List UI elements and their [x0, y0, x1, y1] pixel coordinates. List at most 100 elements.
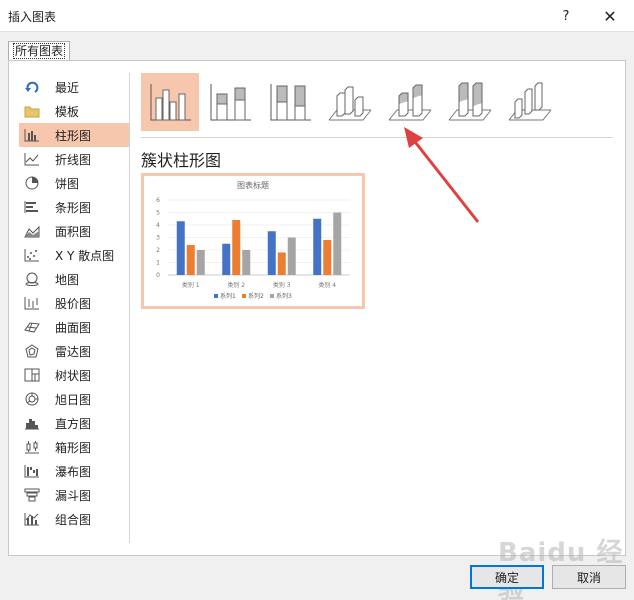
subtype-3d-stacked-column[interactable] — [381, 73, 439, 131]
y-tick-label: 0 — [156, 272, 160, 279]
subtype-3d-100-stacked-column[interactable] — [441, 73, 499, 131]
bar — [196, 250, 205, 275]
y-tick-label: 2 — [156, 247, 160, 254]
bar — [186, 245, 195, 275]
legend-label: 系列1 — [220, 292, 236, 300]
bar — [222, 243, 231, 275]
x-tick-label: 类别 4 — [318, 281, 336, 289]
subtype-3d-clustered-column[interactable] — [321, 73, 379, 131]
scatter-chart-icon — [23, 247, 41, 263]
sidebar-item-recent[interactable]: 最近 — [19, 75, 129, 99]
sidebar-item-label: 曲面图 — [55, 320, 92, 335]
chart-title: 图表标题 — [237, 180, 269, 190]
close-button[interactable]: ✕ — [590, 0, 630, 32]
sidebar-item-radar-chart[interactable]: 雷达图 — [19, 339, 129, 363]
sidebar-item-stock-chart[interactable]: 股价图 — [19, 291, 129, 315]
sidebar-item-label: 柱形图 — [55, 128, 92, 143]
sidebar-item-funnel-chart[interactable]: 漏斗图 — [19, 483, 129, 507]
sidebar-item-label: 雷达图 — [55, 344, 92, 359]
sidebar-item-combo-chart[interactable]: 组合图 — [19, 507, 129, 531]
subtype-3d-column[interactable] — [501, 73, 559, 131]
legend-swatch — [242, 294, 246, 298]
area-chart-icon — [23, 223, 41, 239]
sidebar-item-label: 直方图 — [55, 416, 92, 431]
sidebar-item-label: 旭日图 — [55, 392, 92, 407]
combo-chart-icon — [23, 511, 41, 527]
y-tick-label: 5 — [156, 210, 160, 217]
legend-swatch — [270, 294, 274, 298]
bar-chart-icon — [23, 199, 41, 215]
x-tick-label: 类别 1 — [182, 281, 200, 289]
sidebar-item-waterfall-chart[interactable]: 瀑布图 — [19, 459, 129, 483]
cancel-button[interactable]: 取消 — [552, 565, 626, 589]
sidebar-divider — [129, 73, 130, 543]
y-tick-label: 1 — [156, 260, 160, 267]
legend-swatch — [214, 294, 218, 298]
ok-button[interactable]: 确定 — [470, 565, 544, 589]
sidebar-item-label: X Y 散点图 — [55, 248, 115, 263]
subtype-clustered-column[interactable] — [141, 73, 199, 131]
box-whisker-chart-icon — [23, 439, 41, 455]
legend-label: 系列2 — [248, 292, 264, 300]
subtype-stacked-column[interactable] — [201, 73, 259, 131]
sidebar-item-label: 树状图 — [55, 368, 92, 383]
100-stacked-column-icon — [270, 84, 311, 121]
sidebar-item-label: 条形图 — [55, 200, 92, 215]
waterfall-chart-icon — [23, 463, 41, 479]
sidebar-item-label: 折线图 — [55, 152, 92, 167]
help-button[interactable]: ? — [546, 0, 586, 32]
sidebar-item-treemap-chart[interactable]: 树状图 — [19, 363, 129, 387]
folder-icon — [23, 103, 41, 119]
sidebar-item-box-whisker-chart[interactable]: 箱形图 — [19, 435, 129, 459]
bar — [323, 240, 332, 275]
sidebar-item-column-chart[interactable]: 柱形图 — [19, 123, 129, 147]
legend-label: 系列3 — [276, 292, 292, 300]
tab-all-charts[interactable]: 所有图表 — [8, 41, 71, 61]
chart-subtype-gallery — [141, 73, 561, 131]
subtype-100-stacked-column[interactable] — [261, 73, 319, 131]
treemap-chart-icon — [23, 367, 41, 383]
sidebar-item-label: 组合图 — [55, 512, 92, 527]
sidebar-item-label: 面积图 — [55, 224, 92, 239]
sidebar-item-surface-chart[interactable]: 曲面图 — [19, 315, 129, 339]
sidebar-item-scatter-chart[interactable]: X Y 散点图 — [19, 243, 129, 267]
sidebar-item-label: 地图 — [55, 272, 80, 287]
bar — [176, 221, 185, 275]
bar — [277, 252, 286, 275]
main-panel: 最近模板柱形图折线图饼图条形图面积图 X Y 散点图 地图股价图曲面图雷达图树状图旭… — [8, 60, 626, 556]
3d-column-icon — [508, 82, 552, 121]
sidebar-item-label: 漏斗图 — [55, 488, 92, 503]
sidebar-item-bar-chart[interactable]: 条形图 — [19, 195, 129, 219]
preview-chart: 图表标题 0 1 2 3 4 5 6 类别 1 类别 2 类别 3 类别 4 系列1 系列2 系列3 — [156, 180, 350, 300]
histogram-chart-icon — [23, 415, 41, 431]
title-bar: 插入图表 ? ✕ — [0, 0, 634, 32]
sidebar-item-sunburst-chart[interactable]: 旭日图 — [19, 387, 129, 411]
tab-all-charts-label: 所有图表 — [13, 43, 66, 59]
pie-chart-icon — [23, 175, 41, 191]
3d-100-stacked-column-icon — [448, 82, 492, 121]
chart-preview[interactable]: 图表标题 0 1 2 3 4 5 6 类别 1 类别 2 类别 3 类别 4 系列1 系列2 系列3 — [141, 173, 365, 309]
y-tick-label: 4 — [156, 222, 160, 229]
sidebar-item-label: 饼图 — [55, 176, 80, 191]
chart-type-heading: 簇状柱形图 — [141, 151, 222, 170]
recent-icon — [23, 79, 41, 95]
y-tick-label: 6 — [156, 197, 160, 204]
sidebar-item-pie-chart[interactable]: 饼图 — [19, 171, 129, 195]
funnel-chart-icon — [23, 487, 41, 503]
sidebar-item-line-chart[interactable]: 折线图 — [19, 147, 129, 171]
x-tick-label: 类别 2 — [227, 281, 245, 289]
bar — [232, 220, 241, 275]
stock-chart-icon — [23, 295, 41, 311]
sidebar-item-label: 箱形图 — [55, 440, 92, 455]
sidebar-item-label: 瀑布图 — [55, 464, 92, 479]
sidebar-item-histogram-chart[interactable]: 直方图 — [19, 411, 129, 435]
sidebar-item-label: 股价图 — [55, 296, 92, 311]
sidebar-item-area-chart[interactable]: 面积图 — [19, 219, 129, 243]
sidebar-item-map-chart[interactable]: 地图 — [19, 267, 129, 291]
dialog-title: 插入图表 — [8, 10, 57, 24]
column-chart-icon — [23, 127, 41, 143]
sidebar-item-label: 模板 — [55, 104, 80, 119]
clustered-column-icon — [150, 84, 191, 121]
sidebar-item-folder[interactable]: 模板 — [19, 99, 129, 123]
3d-clustered-column-icon — [328, 86, 372, 121]
